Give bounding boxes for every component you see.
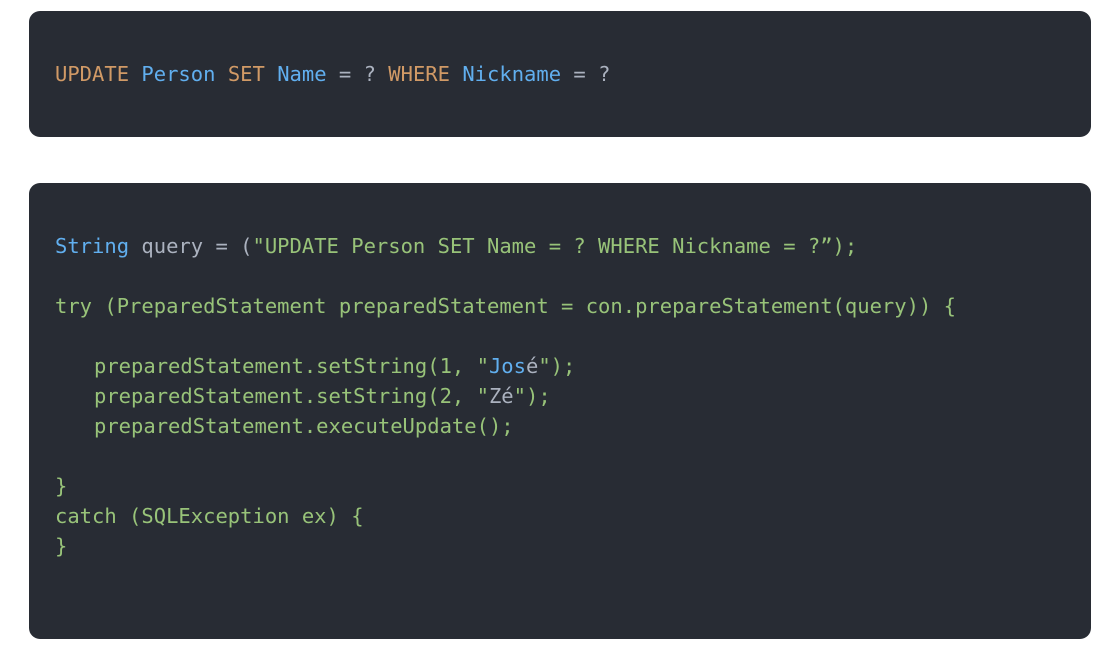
sql-column-name: Name <box>277 62 327 86</box>
sql-keyword-where: WHERE <box>388 62 450 86</box>
code-text: "); <box>513 384 551 408</box>
sql-operator: = ? <box>326 62 389 86</box>
code-text: preparedStatement.setString(2, " <box>94 384 489 408</box>
java-line-catch: catch (SQLException ex) { <box>55 504 364 528</box>
code-text-accent: Zé <box>488 384 514 408</box>
sql-keyword-update: UPDATE <box>55 62 130 86</box>
java-line-query: String query = ("UPDATE Person SET Name … <box>55 232 857 260</box>
code-text: preparedStatement.setString(1, " <box>94 354 489 378</box>
java-line-execute-update: preparedStatement.executeUpdate(); <box>94 414 514 438</box>
sql-column-nickname: Nickname <box>462 62 562 86</box>
java-line-try: try (PreparedStatement preparedStatement… <box>55 294 956 318</box>
sql-code-line: UPDATE Person SET Name = ? WHERE Nicknam… <box>55 60 610 88</box>
java-type-string: String <box>55 234 130 258</box>
java-string-literal: "UPDATE Person SET Name = ? WHERE Nickna… <box>252 234 858 258</box>
java-line-setstring-1: preparedStatement.setString(1, "José"); <box>94 352 575 380</box>
java-line-setstring-2: preparedStatement.setString(2, "Zé"); <box>94 382 551 410</box>
code-text-accent: é <box>525 354 539 378</box>
sql-keyword-set: SET <box>227 62 265 86</box>
java-code-block: String query = ("UPDATE Person SET Name … <box>29 183 1091 639</box>
java-variable-query: query = ( <box>129 234 253 258</box>
java-line-close-brace-2: } <box>55 534 68 558</box>
sql-code-block: UPDATE Person SET Name = ? WHERE Nicknam… <box>29 11 1091 137</box>
sql-table-name: Person <box>141 62 216 86</box>
sql-operator: = ? <box>561 62 611 86</box>
code-text: "); <box>538 354 576 378</box>
code-text-highlight: Jos <box>488 354 526 378</box>
java-line-close-brace: } <box>55 474 68 498</box>
